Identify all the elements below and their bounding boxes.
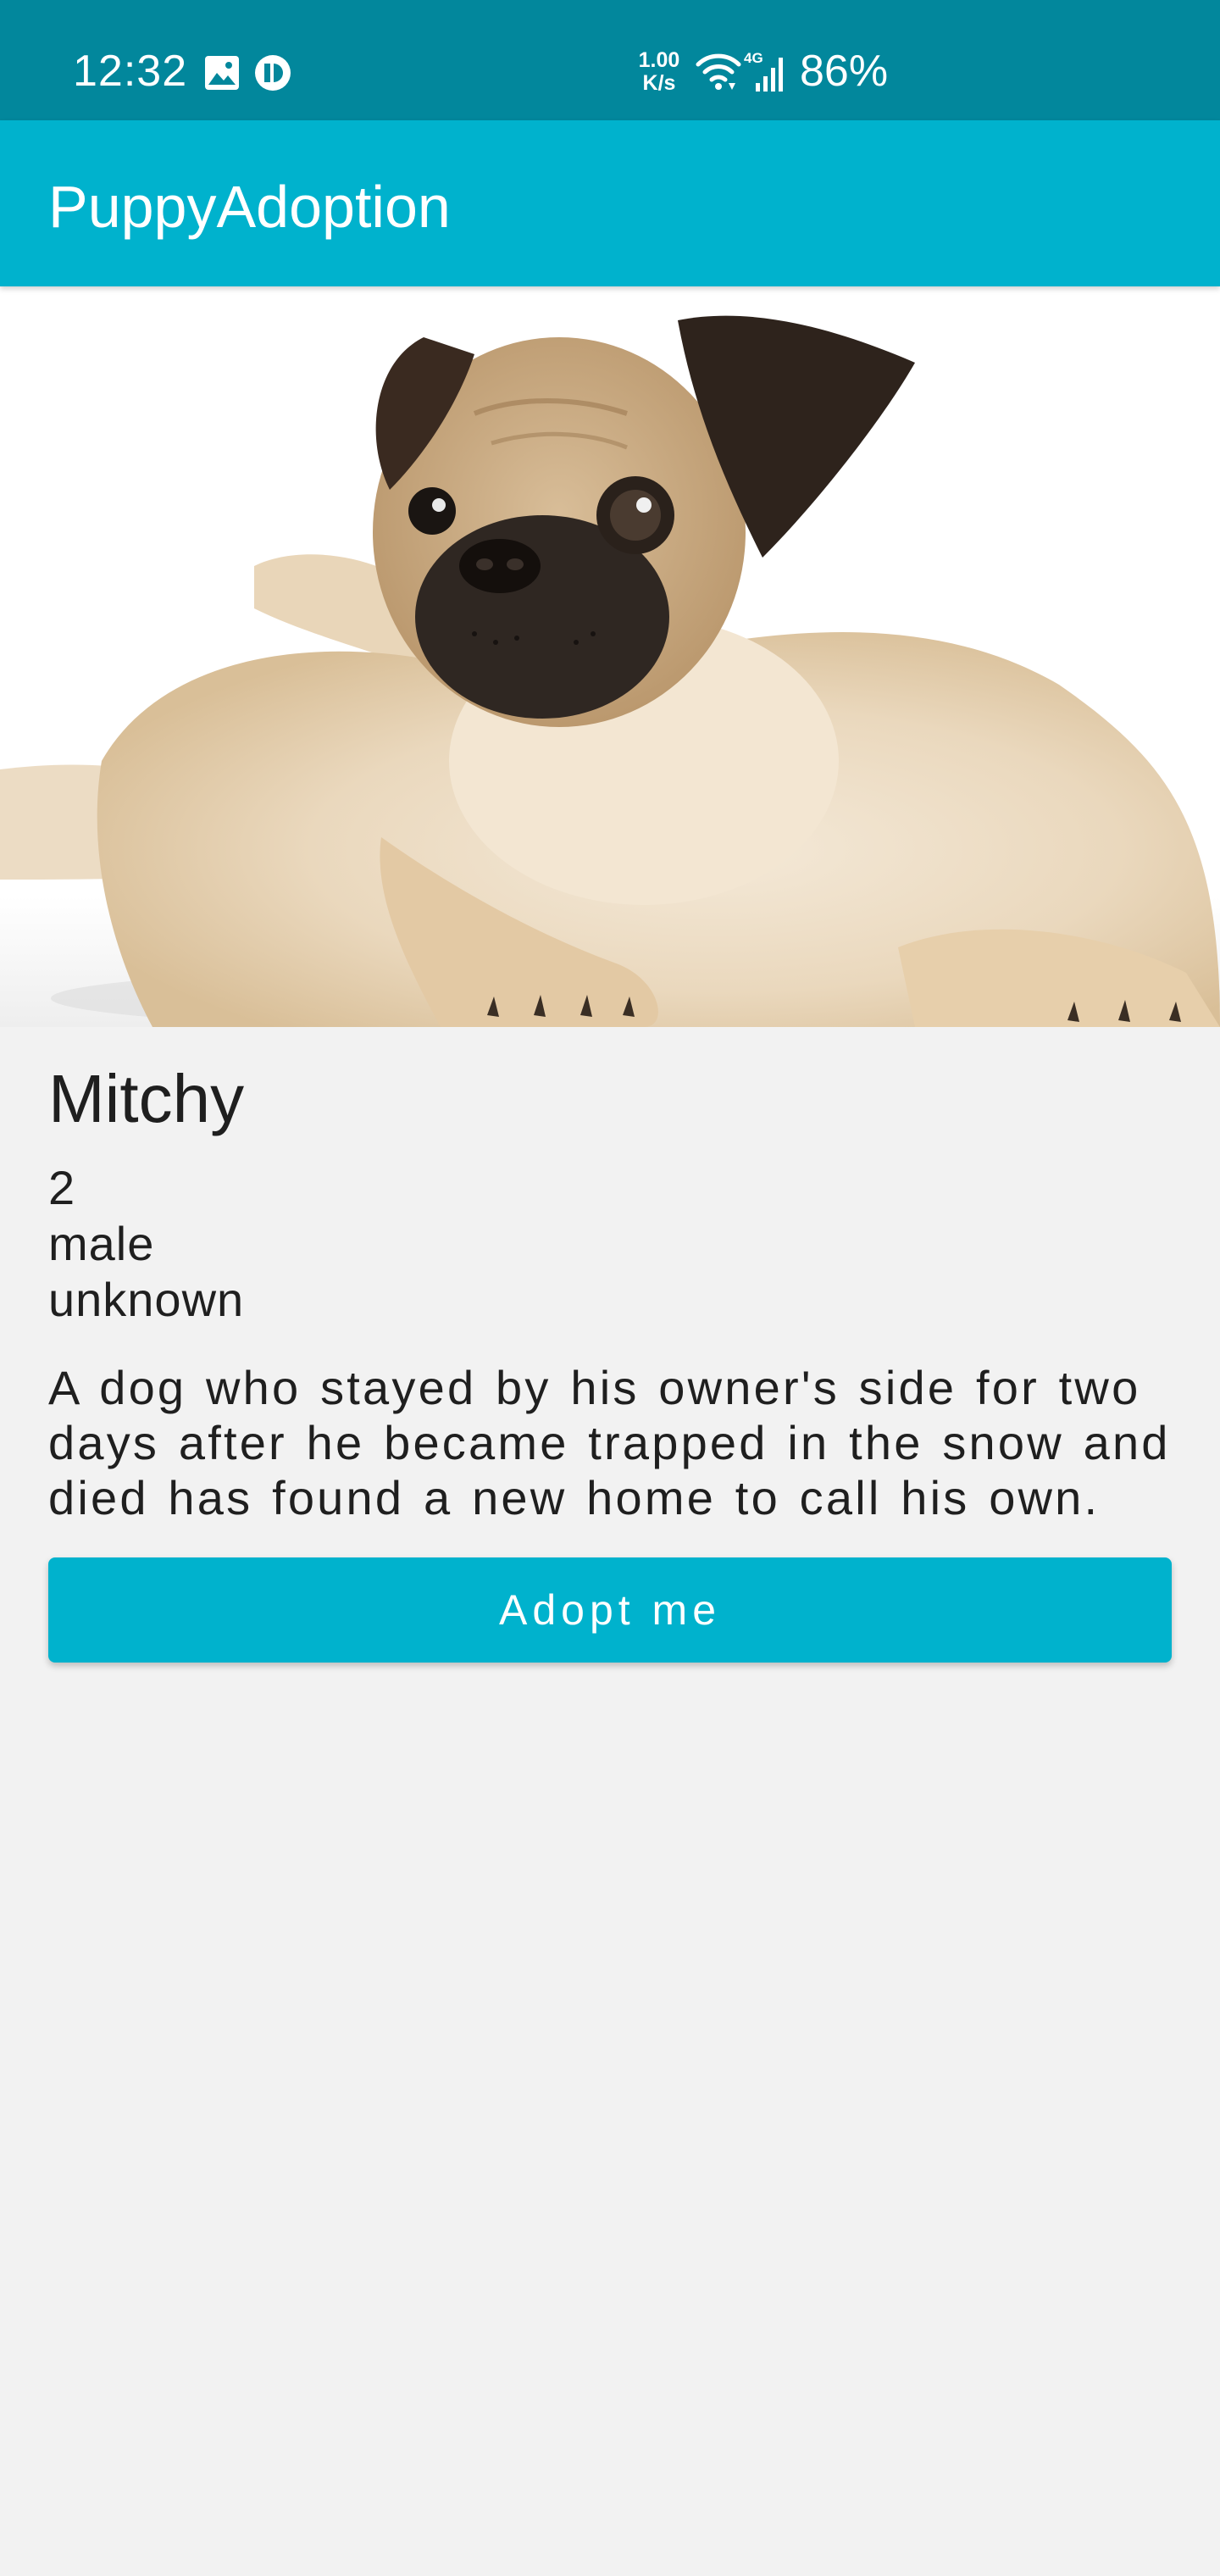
status-bar: 12:32 1.00 K/s 4G 86% [0, 0, 1220, 120]
puppy-name: Mitchy [48, 1061, 245, 1136]
puppy-breed: unknown [48, 1273, 245, 1326]
app-notification-icon [254, 54, 291, 92]
network-type-label: 4G [744, 50, 763, 66]
puppy-photo [0, 286, 1220, 1027]
image-icon [203, 54, 241, 92]
puppy-description: A dog who stayed by his owner's side for… [48, 1361, 1171, 1524]
puppy-age: 2 [48, 1161, 76, 1214]
status-time: 12:32 [73, 47, 188, 96]
network-speed-unit: K/s [642, 71, 676, 95]
battery-level: 86% [800, 47, 889, 96]
app-title: PuppyAdoption [48, 174, 451, 240]
network-speed: 1.00 K/s [634, 49, 685, 95]
network-speed-value: 1.00 [638, 48, 680, 72]
signal-icon: 4G [744, 49, 790, 93]
adopt-button[interactable]: Adopt me [48, 1557, 1172, 1663]
puppy-gender: male [48, 1217, 155, 1270]
wifi-icon [695, 53, 742, 92]
app-bar: PuppyAdoption [0, 120, 1220, 286]
